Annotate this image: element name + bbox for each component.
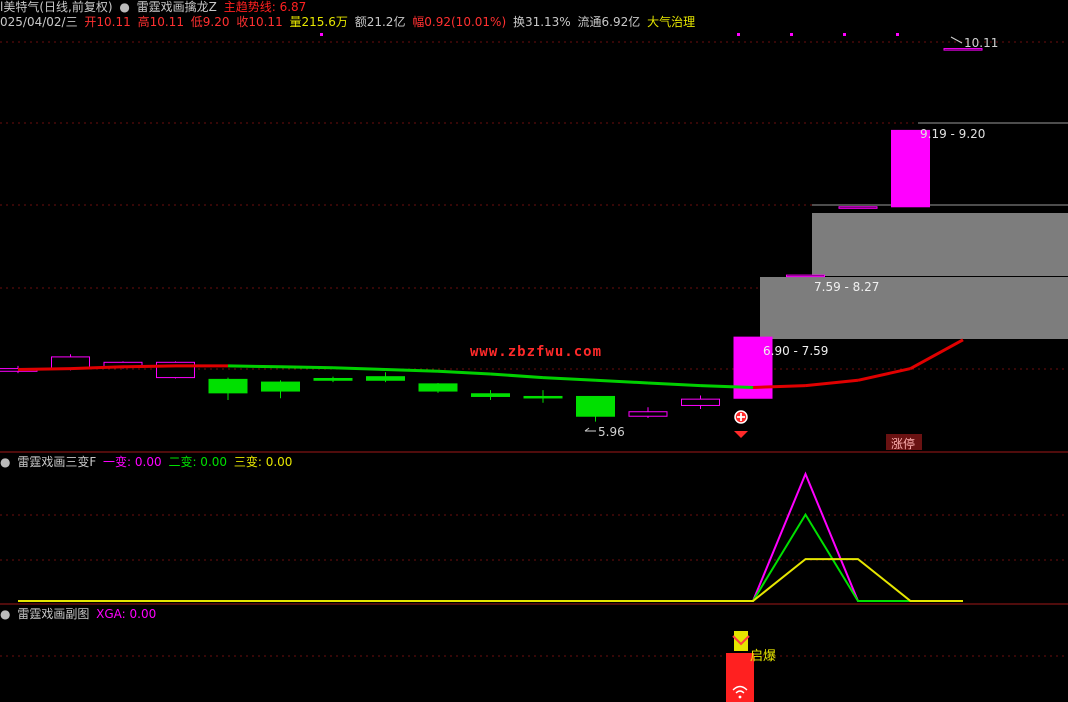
candle-body xyxy=(891,129,930,208)
quote-change: 幅0.92(10.01%) xyxy=(412,15,507,29)
sub1-value-3: 三变: 0.00 xyxy=(233,455,293,469)
candle-body xyxy=(681,398,720,406)
trend-segment xyxy=(752,384,806,389)
zone-mid-label: 7.59 - 8.27 xyxy=(814,280,880,294)
sub2-signal xyxy=(726,631,754,702)
arrow-down-icon xyxy=(734,431,748,438)
sector-tag[interactable]: 大气治理 xyxy=(647,15,695,29)
sub2-value-1: XGA: 0.00 xyxy=(96,607,157,621)
trend-segment xyxy=(70,365,124,371)
trend-segment xyxy=(857,367,911,382)
candle-body xyxy=(261,381,300,392)
quote-amount: 额21.2亿 xyxy=(354,15,406,29)
trend-segment xyxy=(805,378,859,388)
zone-top-label: 9.19 - 9.20 xyxy=(920,127,986,141)
trend-segment xyxy=(385,367,439,373)
candle-body xyxy=(628,411,668,417)
min-price-label: 5.96 xyxy=(598,425,625,439)
trend-segment xyxy=(122,364,176,369)
zone-box-low xyxy=(760,277,1068,339)
quote-open: 开10.11 xyxy=(84,15,131,29)
trend-segment xyxy=(909,338,964,370)
trend-segment xyxy=(700,384,754,389)
sub1-series-line xyxy=(18,471,963,602)
sub1-lines xyxy=(18,471,963,602)
candle-body xyxy=(523,395,563,399)
wifi-dot xyxy=(738,695,742,699)
candle-body xyxy=(786,274,825,278)
indicator-name[interactable]: 雷霆戏画擒龙Z xyxy=(137,0,217,14)
trend-segment xyxy=(542,376,596,382)
zone-box-mid xyxy=(812,213,1068,276)
max-arrow-icon xyxy=(950,36,963,44)
sub1-series-line xyxy=(18,512,963,602)
quote-volume: 量215.6万 xyxy=(289,15,348,29)
trend-segment xyxy=(227,364,281,369)
trend-segment xyxy=(332,366,386,371)
quote-low: 低9.20 xyxy=(190,15,230,29)
candle-body xyxy=(208,378,248,394)
signal-cap xyxy=(734,631,748,651)
sub1-series-line xyxy=(18,558,963,602)
max-price-label: 10.11 xyxy=(964,36,999,50)
quote-turnover: 换31.13% xyxy=(512,15,571,29)
header-line-2: 025/04/02/三 开10.11 高10.11 低9.20 收10.11 量… xyxy=(0,15,698,29)
quote-float: 流通6.92亿 xyxy=(577,15,641,29)
zone-low-label: 6.90 - 7.59 xyxy=(763,344,829,358)
min-arrow-icon xyxy=(584,427,596,432)
trend-segment xyxy=(280,365,334,370)
sub1-dot-icon[interactable]: ● xyxy=(0,455,10,469)
stock-name: l美特气(日线,前复权) xyxy=(0,0,113,14)
sub1-header: ● 雷霆戏画三变F 一变: 0.00 二变: 0.00 三变: 0.00 xyxy=(0,455,295,469)
indicator-dot-icon[interactable]: ● xyxy=(119,0,129,14)
candle-body xyxy=(471,393,510,397)
sub1-title[interactable]: 雷霆戏画三变F xyxy=(17,455,96,469)
trend-segment xyxy=(490,372,544,380)
trend-segment xyxy=(437,369,491,376)
header-dots xyxy=(320,33,899,36)
candle-body xyxy=(418,383,458,392)
limit-up-label: 涨停 xyxy=(891,437,916,451)
trend-segment xyxy=(595,378,649,385)
sub2-dot-icon[interactable]: ● xyxy=(0,607,10,621)
quote-high: 高10.11 xyxy=(137,15,184,29)
trend-segment xyxy=(647,381,701,388)
main-line-value: 主趋势线: 6.87 xyxy=(223,0,307,14)
sub2-header: ● 雷霆戏画副图 XGA: 0.00 xyxy=(0,607,159,621)
quote-date: 025/04/02/三 xyxy=(0,15,78,29)
signal-label: 启爆 xyxy=(750,649,777,664)
header-line-1: l美特气(日线,前复权) ● 雷霆戏画擒龙Z 主趋势线: 6.87 xyxy=(0,0,309,14)
candle-body xyxy=(313,377,353,381)
sub1-value-2: 二变: 0.00 xyxy=(168,455,228,469)
watermark: www.zbzfwu.com xyxy=(470,344,603,360)
sub2-title[interactable]: 雷霆戏画副图 xyxy=(17,607,89,621)
buy-markers xyxy=(734,410,748,438)
candle-body xyxy=(576,395,615,417)
candle-body xyxy=(366,376,405,381)
quote-close: 收10.11 xyxy=(236,15,283,29)
sub1-value-1: 一变: 0.00 xyxy=(103,455,162,469)
candle-body xyxy=(838,206,878,209)
trend-segment xyxy=(17,367,71,371)
